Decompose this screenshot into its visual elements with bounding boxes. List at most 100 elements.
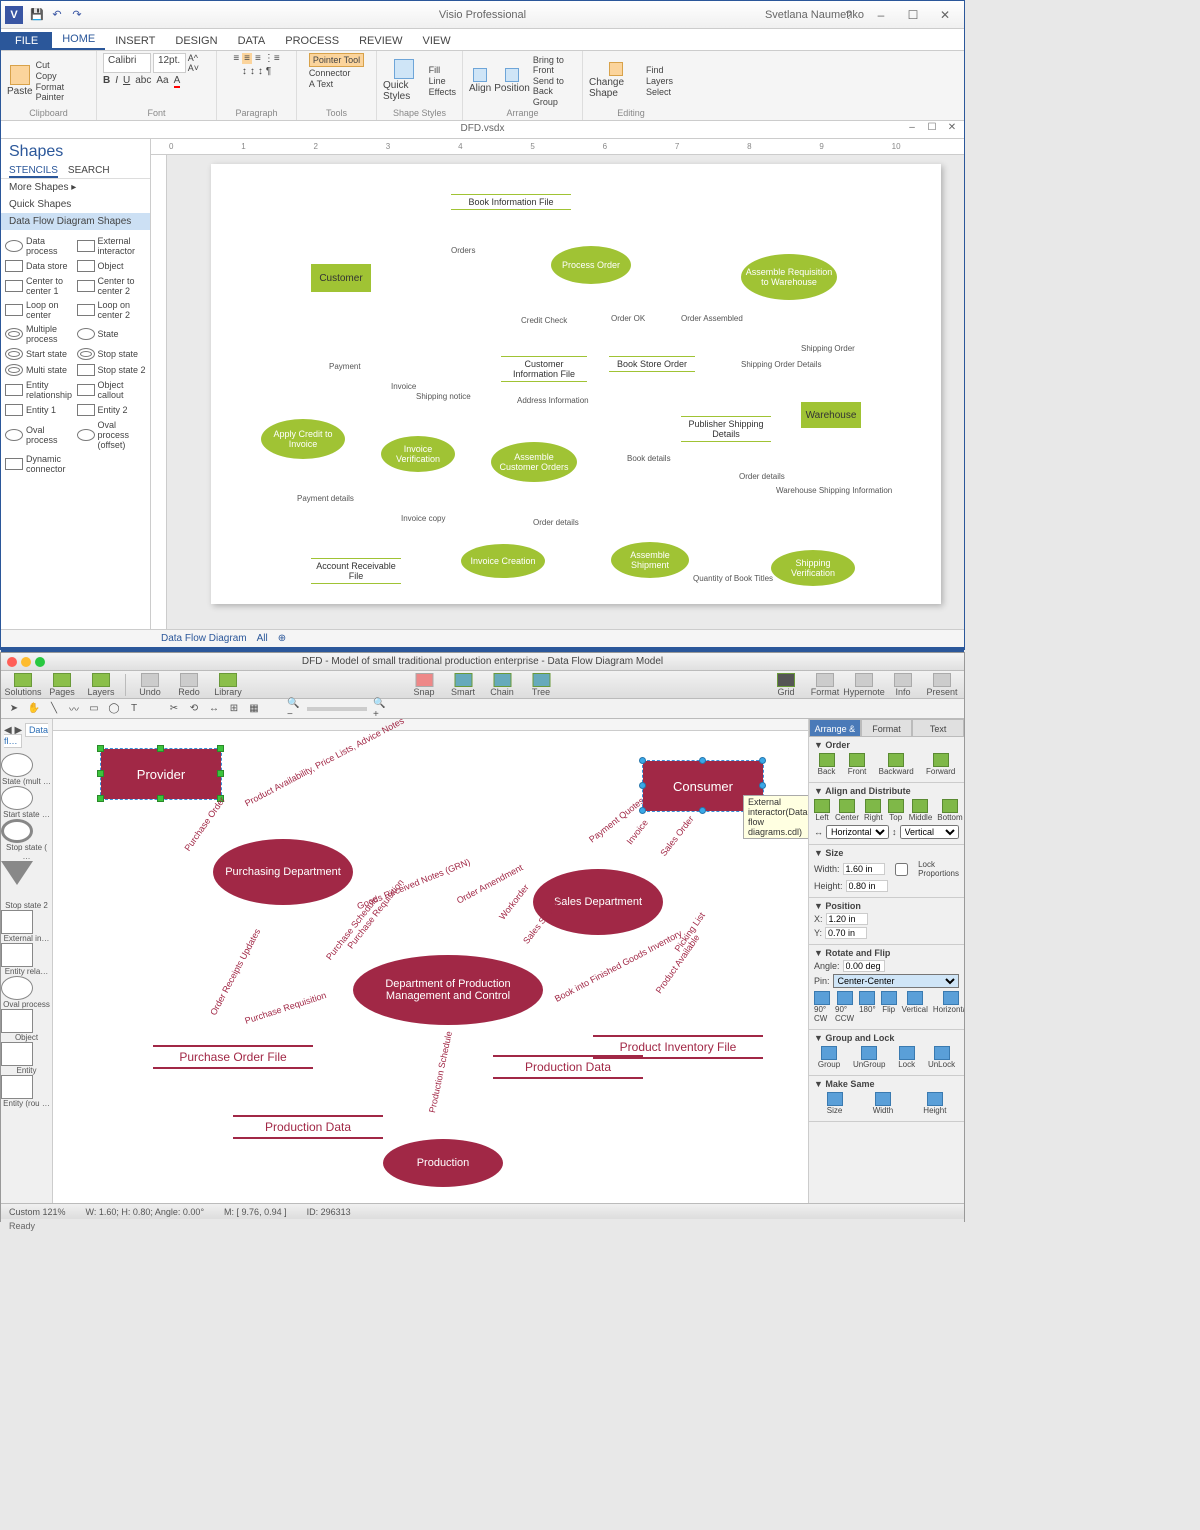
shape-item[interactable]: Start state [5, 348, 75, 360]
solutions-button[interactable]: Solutions [5, 673, 41, 697]
dfd-store[interactable]: Customer Information File [501, 356, 587, 382]
cdfd-store[interactable]: Purchase Order File [153, 1045, 313, 1069]
shape-item[interactable]: Stop state [77, 348, 147, 360]
cdfd-process[interactable]: Production [383, 1139, 503, 1187]
dfd-process[interactable]: Apply Credit to Invoice [261, 419, 345, 459]
cd-shape-item[interactable]: Oval process [1, 976, 52, 1009]
cd-zoom-slider[interactable] [307, 707, 367, 711]
shape-item[interactable]: Center to center 2 [77, 276, 147, 296]
effects-button[interactable]: Effects [429, 87, 456, 97]
selection-handle[interactable] [157, 795, 164, 802]
shape-item[interactable]: Entity 2 [77, 404, 147, 416]
line-button[interactable]: Line [429, 76, 456, 86]
height-input[interactable] [846, 880, 888, 892]
active-stencil[interactable]: Data Flow Diagram Shapes [1, 213, 150, 230]
bold-button[interactable]: B [103, 75, 110, 88]
paste-button[interactable]: Paste [7, 65, 33, 97]
selection-handle[interactable] [97, 745, 104, 752]
snap-button[interactable]: Snap [406, 673, 442, 697]
undo-icon[interactable]: ↶ [49, 7, 65, 23]
cd-shape-item[interactable]: State (mult … [1, 753, 52, 786]
hypernote-button[interactable]: Hypernote [846, 673, 882, 697]
shape-item[interactable]: Dynamic connector [5, 454, 75, 474]
close-light[interactable] [7, 657, 17, 667]
font-color-button[interactable]: A [174, 75, 181, 88]
selection-handle[interactable] [97, 795, 104, 802]
font-size[interactable]: 12pt. [153, 53, 186, 73]
cd-shape-item[interactable]: Entity (rou … [1, 1075, 52, 1108]
shape-item[interactable]: Entity 1 [5, 404, 75, 416]
format-painter-button[interactable]: Format Painter [36, 82, 90, 102]
italic-button[interactable]: I [115, 75, 118, 88]
arrow-tool[interactable]: ➤ [7, 702, 21, 716]
pages-button[interactable]: Pages [44, 673, 80, 697]
tab-home[interactable]: HOME [52, 30, 105, 50]
library-button[interactable]: Library [210, 673, 246, 697]
selection-handle[interactable] [639, 757, 646, 764]
cd-shape-item[interactable]: Entity rela… [1, 943, 52, 976]
info-button[interactable]: Info [885, 673, 921, 697]
page[interactable]: Book Information File Customer Informatio… [211, 164, 941, 604]
undo-button[interactable]: Undo [132, 673, 168, 697]
doc-close[interactable]: ✕ [944, 122, 960, 133]
cd-shape-item[interactable]: Stop state ( … [1, 819, 52, 861]
redo-icon[interactable]: ↷ [69, 7, 85, 23]
search-tab[interactable]: SEARCH [68, 165, 110, 178]
dfd-process[interactable]: Assemble Requisition to Warehouse [741, 254, 837, 300]
tree-button[interactable]: Tree [523, 673, 559, 697]
doc-max[interactable]: ☐ [924, 122, 940, 133]
tab-insert[interactable]: INSERT [105, 32, 165, 50]
selection-handle[interactable] [699, 807, 706, 814]
format-button[interactable]: Format [807, 673, 843, 697]
shape-item[interactable]: State [77, 324, 147, 344]
copy-button[interactable]: Copy [36, 71, 90, 81]
layers-button[interactable]: Layers [83, 673, 119, 697]
shape-item[interactable]: Oval process [5, 420, 75, 450]
dfd-store[interactable]: Account Receivable File [311, 558, 401, 584]
shape-item[interactable]: Entity relationship [5, 380, 75, 400]
cdfd-process[interactable]: Purchasing Department [213, 839, 353, 905]
selection-handle[interactable] [217, 745, 224, 752]
redo-button[interactable]: Redo [171, 673, 207, 697]
arrange-tab[interactable]: Arrange & Size [809, 719, 861, 737]
underline-button[interactable]: U [123, 75, 130, 88]
shape-item[interactable]: Data store [5, 260, 75, 272]
cd-shape-item[interactable]: External in… [1, 910, 52, 943]
dfd-store[interactable]: Book Information File [451, 194, 571, 210]
tab-design[interactable]: DESIGN [165, 32, 227, 50]
dfd-process[interactable]: Invoice Creation [461, 544, 545, 578]
shape-item[interactable]: Object [77, 260, 147, 272]
dfd-process[interactable]: Shipping Verification [771, 550, 855, 586]
selection-handle[interactable] [157, 745, 164, 752]
dfd-entity[interactable]: Warehouse [801, 402, 861, 428]
selection-handle[interactable] [759, 782, 766, 789]
tab-file[interactable]: FILE [1, 32, 52, 50]
all-tab[interactable]: All [257, 633, 268, 644]
align-button[interactable]: Align [469, 68, 491, 94]
change-shape[interactable]: Change Shape [589, 62, 643, 99]
quick-styles[interactable]: Quick Styles [383, 59, 426, 102]
cd-shape-item[interactable]: Stop state 2 [1, 861, 52, 910]
format-tab[interactable]: Format [861, 719, 913, 737]
cut-button[interactable]: Cut [36, 60, 90, 70]
shape-item[interactable]: Stop state 2 [77, 364, 147, 376]
shape-item[interactable]: Object callout [77, 380, 147, 400]
doc-min[interactable]: – [904, 122, 920, 133]
selection-handle[interactable] [639, 782, 646, 789]
dfd-process[interactable]: Process Order [551, 246, 631, 284]
selection-handle[interactable] [639, 807, 646, 814]
shape-item[interactable]: Center to center 1 [5, 276, 75, 296]
hand-tool[interactable]: ✋ [27, 702, 41, 716]
smart-button[interactable]: Smart [445, 673, 481, 697]
pointer-tool[interactable]: Pointer Tool [309, 53, 364, 67]
selection-handle[interactable] [97, 770, 104, 777]
dfd-store[interactable]: Publisher Shipping Details [681, 416, 771, 442]
selection-handle[interactable] [699, 757, 706, 764]
cdfd-entity[interactable]: Provider [101, 749, 221, 799]
fill-button[interactable]: Fill [429, 65, 456, 75]
shape-item[interactable]: Multi state [5, 364, 75, 376]
save-icon[interactable]: 💾 [29, 7, 45, 23]
chain-button[interactable]: Chain [484, 673, 520, 697]
minimize-icon[interactable]: – [866, 5, 896, 25]
shape-item[interactable]: Multiple process [5, 324, 75, 344]
